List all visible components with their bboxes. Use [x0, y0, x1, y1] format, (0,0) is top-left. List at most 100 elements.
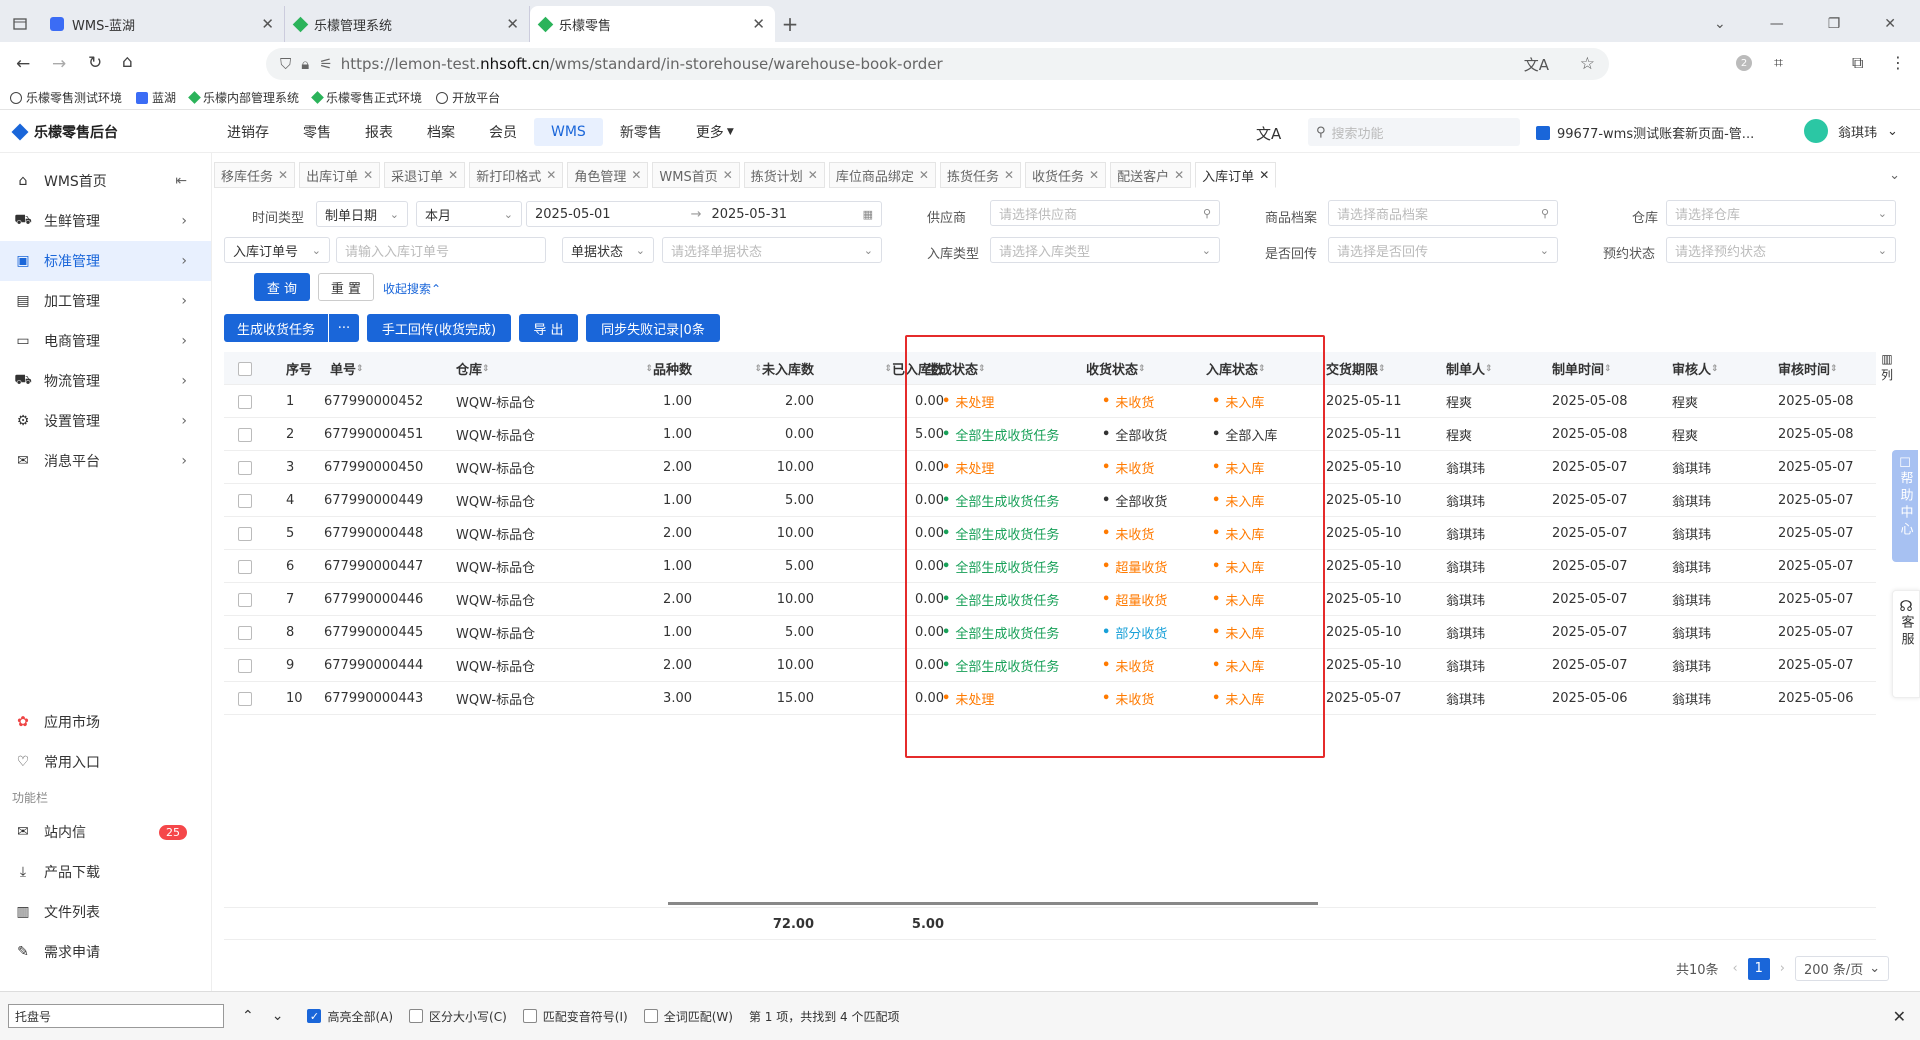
extensions-icon[interactable]: ⧉: [1852, 53, 1863, 73]
page-tab[interactable]: 角色管理 ✕: [567, 162, 649, 188]
sidebar-item-standard[interactable]: ▣ 标准管理 ›: [0, 241, 211, 281]
table-row[interactable]: 2 677990000451 WQW-标品仓 1.00 0.00 5.00 • 全部生成收货任…: [224, 418, 1876, 451]
col-header-warehouse[interactable]: 仓库 ⇕: [456, 352, 490, 385]
minimize-icon[interactable]: —: [1770, 16, 1784, 32]
reload-icon[interactable]: ↻: [88, 53, 102, 73]
col-header-stock-state[interactable]: 入库状态 ⇕: [1206, 352, 1266, 385]
col-header-order[interactable]: 单号 ⇕: [330, 352, 364, 385]
period-select[interactable]: 本月 ⌄: [416, 201, 522, 227]
manual-return-button[interactable]: 手工回传(收货完成): [367, 314, 511, 342]
table-row[interactable]: 7 677990000446 WQW-标品仓 2.00 10.00 0.00 • 全部生成收货…: [224, 583, 1876, 616]
col-header-audit-time[interactable]: 审核时间 ⇕: [1778, 352, 1838, 385]
goods-select[interactable]: 请选择商品档案 ⚲: [1328, 200, 1558, 226]
col-header-recv-state[interactable]: 收货状态 ⇕: [1086, 352, 1146, 385]
doc-state-select[interactable]: 请选择单据状态 ⌄: [662, 237, 882, 263]
nav-retail[interactable]: 零售: [286, 118, 348, 146]
page-tab[interactable]: 拣货计划 ✕: [743, 162, 825, 188]
table-row[interactable]: 3 677990000450 WQW-标品仓 2.00 10.00 0.00 • 未处理 • 未收…: [224, 451, 1876, 484]
page-tab[interactable]: 收货任务 ✕: [1025, 162, 1107, 188]
tab-actions-icon[interactable]: [0, 6, 40, 42]
restore-icon[interactable]: ❐: [1828, 16, 1841, 32]
nav-inventory[interactable]: 进销存: [210, 118, 286, 146]
close-icon[interactable]: ✕: [278, 168, 288, 182]
col-header-kinds[interactable]: ⇕ 品种数: [616, 352, 692, 385]
sidebar-item-favorites[interactable]: ♡ 常用入口: [0, 742, 211, 782]
close-icon[interactable]: ✕: [363, 168, 373, 182]
sidebar-item-ecommerce[interactable]: ▭ 电商管理 ›: [0, 321, 211, 361]
return-select[interactable]: 请选择是否回传 ⌄: [1328, 237, 1558, 263]
chevron-down-icon[interactable]: ⌄: [1714, 16, 1726, 32]
close-icon[interactable]: ✕: [631, 168, 641, 182]
page-number-button[interactable]: 1: [1747, 957, 1770, 980]
in-type-select[interactable]: 请选择入库类型 ⌄: [990, 237, 1220, 263]
page-tab[interactable]: 移库任务 ✕: [214, 162, 296, 188]
date-range-picker[interactable]: 2025-05-01 → 2025-05-31 ▦: [526, 201, 882, 227]
extension-badge[interactable]: 2: [1736, 55, 1752, 71]
close-icon[interactable]: ✕: [506, 15, 519, 33]
user-menu[interactable]: 翁琪玮 ⌄: [1804, 119, 1898, 143]
sidebar-item-request[interactable]: ✎ 需求申请: [0, 932, 211, 972]
sync-failures-button[interactable]: 同步失败记录|0条: [586, 314, 720, 342]
close-icon[interactable]: ✕: [1089, 168, 1099, 182]
close-icon[interactable]: ✕: [919, 168, 929, 182]
match-diacritics-checkbox[interactable]: 匹配变音符号(I): [522, 1008, 628, 1025]
page-tab[interactable]: 配送客户 ✕: [1110, 162, 1192, 188]
close-window-icon[interactable]: ✕: [1884, 16, 1896, 32]
export-button[interactable]: 导 出: [519, 314, 578, 342]
highlight-all-checkbox[interactable]: ✓ 高亮全部(A): [307, 1008, 393, 1025]
sidebar-item-messages[interactable]: ✉ 消息平台 ›: [0, 441, 211, 481]
home-icon[interactable]: ⌂: [122, 52, 133, 72]
menu-icon[interactable]: ⋮: [1890, 53, 1906, 72]
close-icon[interactable]: ✕: [546, 168, 556, 182]
sidebar-item-processing[interactable]: ▤ 加工管理 ›: [0, 281, 211, 321]
time-type-select[interactable]: 制单日期 ⌄: [316, 201, 408, 227]
store-selector[interactable]: 99677-wms测试账套新页面-管...: [1536, 123, 1754, 142]
next-page-icon[interactable]: ›: [1780, 961, 1785, 976]
customer-service-button[interactable]: ☊ 客服: [1892, 590, 1920, 698]
table-row[interactable]: 5 677990000448 WQW-标品仓 2.00 10.00 0.00 • 全部生成收货…: [224, 517, 1876, 550]
star-icon[interactable]: ☆: [1580, 54, 1595, 74]
supplier-select[interactable]: 请选择供应商 ⚲: [990, 200, 1220, 226]
table-row[interactable]: 1 677990000452 WQW-标品仓 1.00 2.00 0.00 • 未处理 • 未收货…: [224, 385, 1876, 418]
crop-icon[interactable]: ⌗: [1774, 53, 1783, 73]
find-prev-icon[interactable]: ⌃: [242, 1008, 254, 1024]
nav-wms[interactable]: WMS: [534, 117, 603, 146]
close-icon[interactable]: ✕: [1004, 168, 1014, 182]
bookmark-item[interactable]: 蓝湖: [136, 89, 176, 106]
page-tab[interactable]: 库位商品绑定 ✕: [828, 162, 936, 188]
browser-tab-lanhu[interactable]: WMS-蓝湖 ✕: [40, 6, 285, 42]
collapse-search-link[interactable]: 收起搜索⌃: [383, 280, 441, 297]
close-icon[interactable]: ✕: [808, 168, 818, 182]
table-row[interactable]: 9 677990000444 WQW-标品仓 2.00 10.00 0.00 • 全部生成收货…: [224, 649, 1876, 682]
match-case-checkbox[interactable]: 区分大小写(C): [409, 1008, 507, 1025]
page-tab-active[interactable]: 入库订单 ✕: [1195, 162, 1277, 188]
prev-page-icon[interactable]: ‹: [1733, 961, 1738, 976]
page-tab[interactable]: 出库订单 ✕: [299, 162, 381, 188]
generate-receipt-task-button[interactable]: 生成收货任务: [224, 314, 328, 342]
chevron-down-icon[interactable]: ⌄: [1889, 168, 1900, 183]
nav-member[interactable]: 会员: [472, 118, 534, 146]
column-settings-button[interactable]: ▥ 列: [1880, 352, 1894, 392]
bookmark-item[interactable]: 乐檬内部管理系统: [188, 89, 299, 106]
appointment-select[interactable]: 请选择预约状态 ⌄: [1666, 237, 1896, 263]
sidebar-item-app-market[interactable]: ✿ 应用市场: [0, 702, 211, 742]
whole-words-checkbox[interactable]: 全词匹配(W): [643, 1008, 733, 1025]
sidebar-item-settings[interactable]: ⚙ 设置管理 ›: [0, 401, 211, 441]
browser-tab-retail[interactable]: 乐檬零售 ✕: [530, 6, 775, 42]
bookmark-item[interactable]: 开放平台: [436, 89, 500, 106]
translate-icon[interactable]: 文A: [1256, 123, 1281, 144]
col-header-not-in[interactable]: ⇕ 未入库数: [714, 352, 814, 385]
help-center-button[interactable]: ☐ 帮助中心: [1892, 450, 1918, 562]
find-input[interactable]: 托盘号: [8, 1004, 224, 1028]
order-field-select[interactable]: 入库订单号 ⌄: [224, 237, 330, 263]
nav-new-retail[interactable]: 新零售: [603, 118, 679, 146]
col-header-auditor[interactable]: 审核人 ⇕: [1672, 352, 1719, 385]
collapse-sidebar-icon[interactable]: ⇤: [175, 173, 187, 189]
page-tab[interactable]: 拣货任务 ✕: [939, 162, 1022, 188]
nav-reports[interactable]: 报表: [348, 118, 410, 146]
select-all-checkbox[interactable]: [238, 352, 252, 385]
forward-icon[interactable]: →: [52, 54, 66, 74]
nav-more[interactable]: 更多 ▼: [679, 118, 751, 146]
order-number-input[interactable]: 请输入入库订单号: [336, 237, 546, 263]
sidebar-item-files[interactable]: ▥ 文件列表: [0, 892, 211, 932]
